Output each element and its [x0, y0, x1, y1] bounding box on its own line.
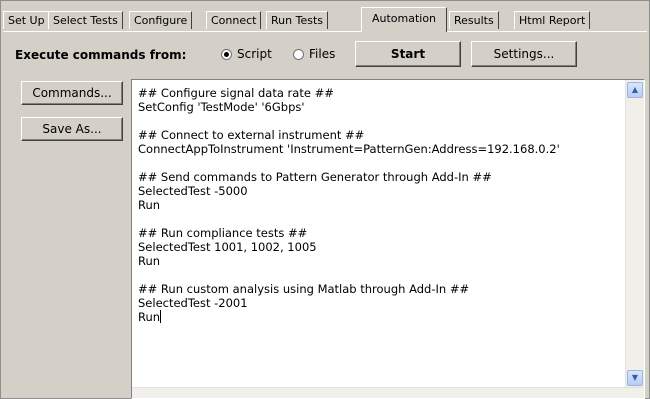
tab-strip: Set Up Select Tests Configure Connect Ru… — [3, 7, 647, 32]
save-as-button[interactable]: Save As... — [21, 117, 123, 141]
script-line: ## Run compliance tests ## — [138, 226, 308, 240]
tab-results[interactable]: Results — [449, 11, 499, 29]
script-line: ConnectAppToInstrument 'Instrument=Patte… — [138, 142, 560, 156]
radio-files-indicator[interactable] — [293, 48, 304, 60]
radio-files[interactable]: Files — [293, 47, 335, 61]
script-line: SetConfig 'TestMode' '6Gbps' — [138, 100, 305, 114]
script-line: Run — [138, 310, 162, 324]
start-button[interactable]: Start — [355, 41, 461, 67]
script-text[interactable]: ## Configure signal data rate ## SetConfi… — [138, 86, 616, 324]
script-line: Run — [138, 254, 161, 268]
tab-set-up[interactable]: Set Up — [3, 11, 50, 29]
script-line: SelectedTest 1001, 1002, 1005 — [138, 240, 317, 254]
radio-script-label: Script — [237, 47, 272, 61]
tab-select-tests[interactable]: Select Tests — [48, 11, 123, 29]
script-line — [138, 212, 616, 226]
text-caret — [160, 310, 162, 323]
tab-run-tests[interactable]: Run Tests — [266, 11, 328, 29]
automation-window: Set Up Select Tests Configure Connect Ru… — [0, 0, 650, 399]
tab-automation[interactable]: Automation — [361, 7, 447, 32]
script-line — [138, 268, 616, 282]
tab-configure[interactable]: Configure — [129, 11, 193, 29]
settings-button[interactable]: Settings... — [471, 41, 577, 67]
tab-divider — [3, 31, 647, 32]
tab-connect[interactable]: Connect — [206, 11, 262, 29]
script-line — [138, 156, 616, 170]
script-line: SelectedTest -2001 — [138, 296, 248, 310]
radio-script-indicator[interactable] — [221, 48, 232, 60]
script-editor[interactable]: ## Configure signal data rate ## SetConfi… — [131, 79, 645, 399]
vertical-scrollbar[interactable]: ▲ ▼ — [625, 80, 644, 388]
radio-script[interactable]: Script — [221, 47, 272, 61]
script-line: Run — [138, 198, 161, 212]
chevron-down-icon[interactable]: ▼ — [627, 370, 643, 386]
chevron-up-icon[interactable]: ▲ — [627, 82, 643, 98]
horizontal-scrollbar[interactable] — [132, 387, 644, 398]
script-line: ## Connect to external instrument ## — [138, 128, 365, 142]
script-line: ## Configure signal data rate ## — [138, 86, 334, 100]
radio-files-label: Files — [309, 47, 336, 61]
commands-button[interactable]: Commands... — [21, 81, 123, 105]
script-line: ## Send commands to Pattern Generator th… — [138, 170, 492, 184]
tab-html-report[interactable]: Html Report — [514, 11, 591, 29]
script-line: SelectedTest -5000 — [138, 184, 248, 198]
script-line — [138, 114, 616, 128]
script-line: ## Run custom analysis using Matlab thro… — [138, 282, 470, 296]
execute-label: Execute commands from: — [15, 48, 187, 62]
